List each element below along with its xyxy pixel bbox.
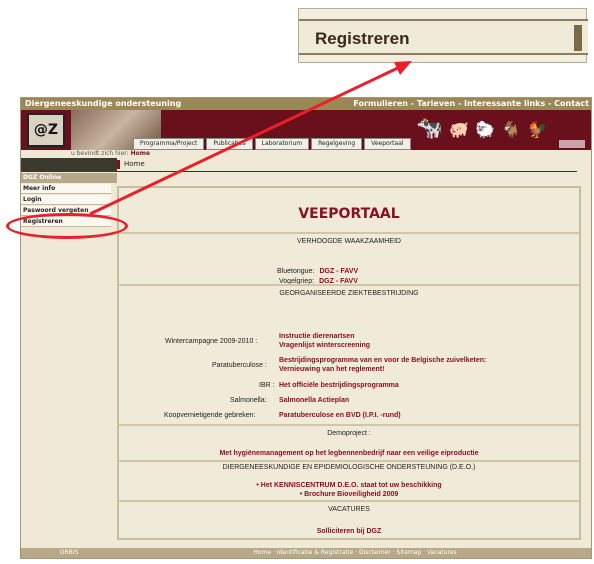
banner-buttons[interactable]: [559, 140, 585, 148]
site-name: Diergeneeskundige ondersteuning: [25, 99, 182, 108]
tab-veeportaal[interactable]: Veeportaal: [364, 138, 411, 150]
link-paratuberculose-bvd[interactable]: Paratuberculose en BVD (I.P.I. -rund): [279, 412, 401, 419]
link-demoproject[interactable]: Met hygiënemanagement op het legbennenbe…: [119, 450, 579, 457]
website-window: Diergeneeskundige ondersteuning Formulie…: [20, 97, 592, 559]
zoom-scrollbar-edge: [574, 25, 582, 51]
sidebar-item-meer-info[interactable]: Meer info: [21, 184, 111, 194]
footer-left: ORBIS: [21, 548, 117, 558]
link-bestrijdingsprogramma[interactable]: Bestrijdingsprogramma van en voor de Bel…: [279, 357, 486, 364]
link-salmonella-actieplan[interactable]: Salmonella Actieplan: [279, 397, 349, 404]
breadcrumb-prefix: u bevindt zich hier:: [71, 150, 129, 157]
zoom-registreren-label: Registreren: [315, 29, 410, 48]
salmonella-label: Salmonella:: [230, 397, 267, 404]
top-bar: Diergeneeskundige ondersteuning Formulie…: [21, 98, 591, 110]
deo-heading: DIERGENEESKUNDIGE EN EPIDEMIOLOGISCHE ON…: [222, 464, 476, 471]
veeportaal-panel: VEEPORTAAL VERHOOGDE WAAKZAAMHEID Blueto…: [117, 186, 581, 540]
page-header: Home: [117, 158, 591, 170]
georganiseerde-heading: GEORGANISEERDE ZIEKTEBESTRIJDING: [279, 290, 419, 297]
animal-silhouettes-icon: 🐄🐖🐑🐐🐓: [416, 116, 554, 141]
koopvernietigende-label: Koopvernietigende gebreken:: [164, 412, 256, 419]
breadcrumb: u bevindt zich hier: Home: [21, 150, 591, 158]
breadcrumb-home[interactable]: Home: [131, 150, 150, 157]
tab-programma-project[interactable]: Programma/Project: [133, 138, 205, 150]
dgz-logo[interactable]: @Z: [27, 113, 65, 147]
link-solliciteren[interactable]: Solliciteren bij DGZ: [119, 528, 579, 535]
tab-publicaties[interactable]: Publicaties: [206, 138, 253, 150]
tab-regelgeving[interactable]: Regelgeving: [311, 138, 363, 150]
link-ibr-programma[interactable]: Het officiële bestrijdingsprogramma: [279, 382, 399, 389]
link-brochure-text[interactable]: Brochure Bioveiligheid 2009: [304, 491, 398, 498]
section-georganiseerde: GEORGANISEERDE ZIEKTEBESTRIJDING Winterc…: [119, 284, 579, 424]
section-deo: DIERGENEESKUNDIGE EN EPIDEMIOLOGISCHE ON…: [119, 460, 579, 500]
tab-laboratorium[interactable]: Laboratorium: [254, 138, 310, 150]
verhoogde-heading: VERHOOGDE WAAKZAAMHEID: [297, 238, 401, 245]
page-title: Home: [124, 160, 145, 168]
sidebar-top-block: [21, 158, 117, 172]
zoom-callout: Registreren: [298, 8, 588, 63]
link-instructie-dierenartsen[interactable]: Instructie dierenartsen: [279, 333, 354, 340]
ibr-label: IBR :: [259, 382, 275, 389]
sidebar-title: DGZ Online: [21, 173, 117, 183]
paratuberculose-label: Paratuberculose :: [212, 362, 267, 369]
header-mark: [117, 159, 120, 169]
top-links[interactable]: Formulieren - Tarieven - Interessante li…: [353, 98, 589, 110]
main-nav: Programma/Project Publicaties Laboratori…: [133, 138, 411, 150]
footer-links[interactable]: Home · Identificatie & Registratie · Dis…: [117, 548, 591, 558]
veeportaal-title: VEEPORTAAL: [298, 206, 400, 222]
link-kenniscentrum[interactable]: • Het KENNISCENTRUM D.E.O. staat tot uw …: [119, 482, 579, 489]
highlight-ellipse: [6, 213, 128, 239]
link-kenniscentrum-text[interactable]: Het KENNISCENTRUM D.E.O. staat tot uw be…: [261, 482, 442, 489]
demoproject-heading: Demoproject :: [327, 430, 371, 437]
sidebar-item-login[interactable]: Login: [21, 195, 111, 205]
section-vacatures: VACATURES Solliciteren bij DGZ: [119, 500, 579, 538]
link-vragenlijst[interactable]: Vragenlijst winterscreening: [279, 342, 370, 349]
section-verhoogde: VERHOOGDE WAAKZAAMHEID Bluetongue: DGZ -…: [119, 232, 579, 285]
wintercampagne-label: Wintercampagne 2009-2010 :: [165, 338, 258, 345]
vacatures-heading: VACATURES: [328, 506, 370, 513]
zoom-callout-bar: Registreren: [299, 19, 588, 55]
header-rule: [117, 171, 577, 172]
link-brochure[interactable]: • Brochure Bioveiligheid 2009: [119, 491, 579, 498]
header-banner: @Z Programma/Project Publicaties Laborat…: [21, 110, 591, 150]
section-demoproject: Demoproject : Met hygiënemanagement op h…: [119, 424, 579, 460]
link-vernieuwing-reglement[interactable]: Vernieuwing van het reglement!: [279, 366, 384, 373]
